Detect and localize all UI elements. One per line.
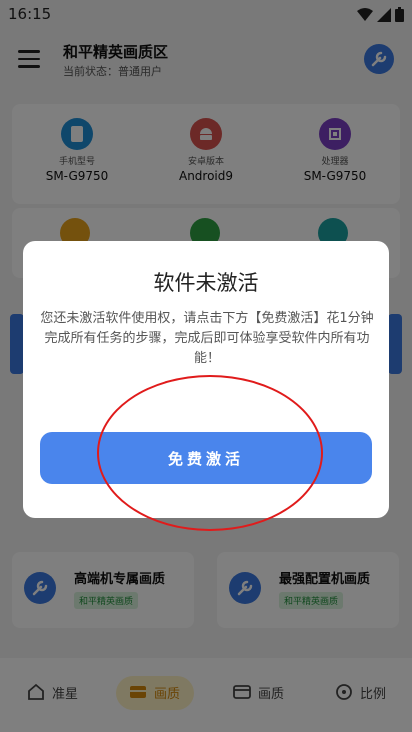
dialog-message: 您还未激活软件使用权，请点击下方【免费激活】花1分钟完成所有任务的步骤，完成后即… [40,311,374,366]
dialog-title: 软件未激活 [153,271,259,295]
activation-dialog: 软件未激活 您还未激活软件使用权，请点击下方【免费激活】花1分钟完成所有任务的步… [23,241,389,518]
free-activate-button[interactable]: 免费激活 [40,432,372,484]
